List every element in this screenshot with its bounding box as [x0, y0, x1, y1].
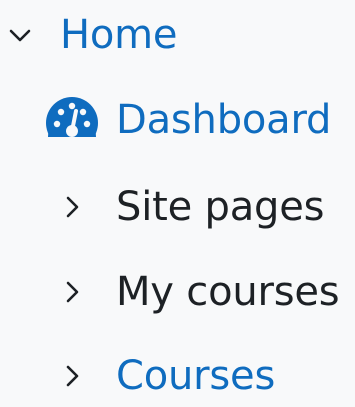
chevron-right-icon[interactable]	[58, 362, 86, 390]
nav-item-my-courses[interactable]: My courses	[58, 264, 340, 320]
chevron-right-icon[interactable]	[58, 193, 86, 221]
chevron-down-icon[interactable]	[6, 21, 34, 49]
nav-item-site-pages-label[interactable]: Site pages	[116, 179, 324, 235]
nav-item-dashboard[interactable]: Dashboard	[44, 92, 331, 148]
nav-item-my-courses-label[interactable]: My courses	[116, 264, 340, 320]
nav-item-courses-label[interactable]: Courses	[116, 348, 275, 404]
tachometer-icon	[44, 92, 100, 148]
course-navigation-tree: Home Dashboard Site pages My courses Cou…	[0, 0, 355, 407]
nav-item-site-pages[interactable]: Site pages	[58, 179, 324, 235]
nav-item-dashboard-label[interactable]: Dashboard	[116, 92, 331, 148]
nav-item-home-label[interactable]: Home	[60, 7, 178, 63]
nav-item-courses[interactable]: Courses	[58, 348, 275, 404]
nav-item-home[interactable]: Home	[6, 7, 178, 63]
chevron-right-icon[interactable]	[58, 278, 86, 306]
